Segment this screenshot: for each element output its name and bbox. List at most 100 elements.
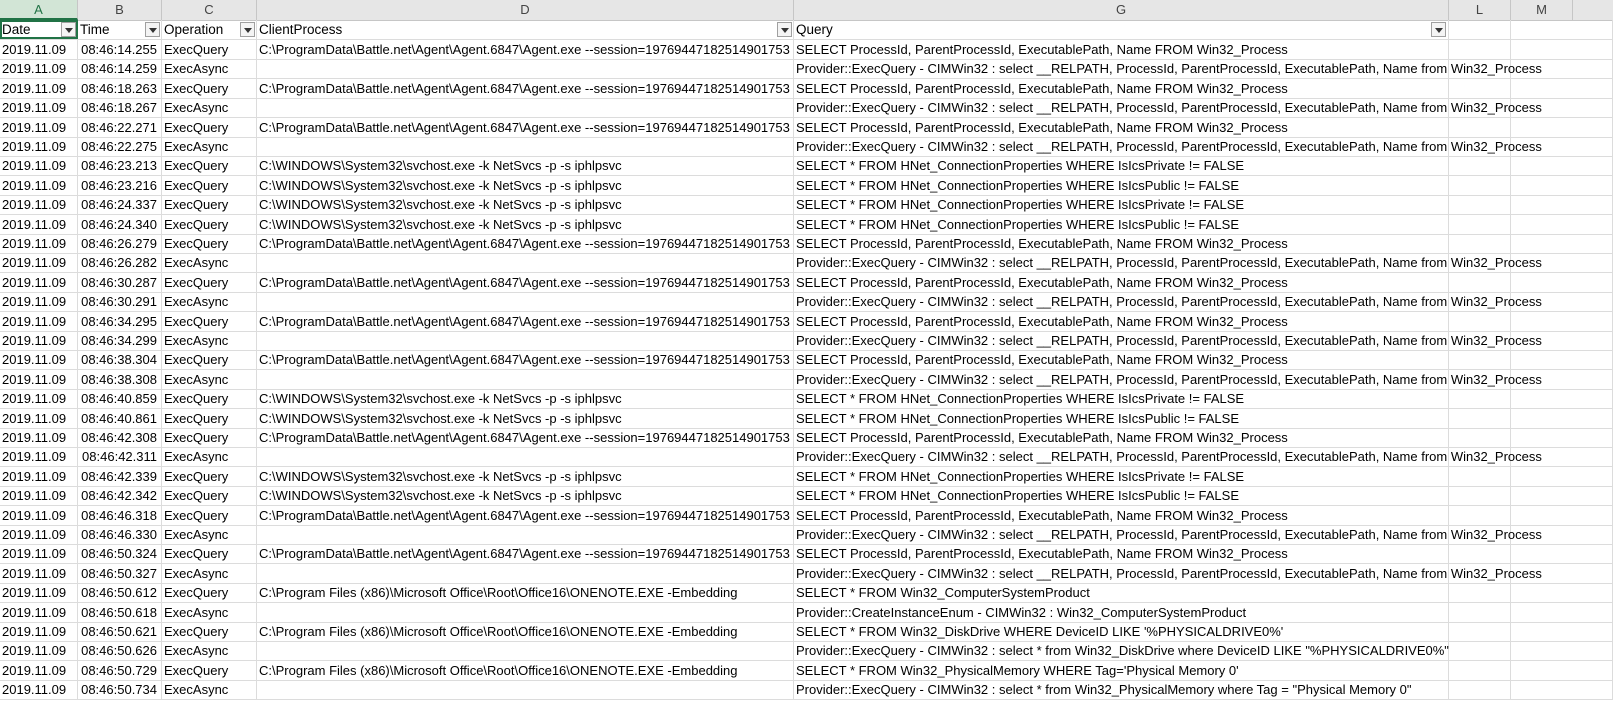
header-cell-clientprocess[interactable]: ClientProcess: [257, 20, 794, 39]
empty-cell[interactable]: [1511, 486, 1613, 506]
cell-client[interactable]: C:\ProgramData\Battle.net\Agent\Agent.68…: [257, 428, 794, 447]
cell-client[interactable]: [257, 59, 794, 79]
cell-operation[interactable]: ExecQuery: [162, 466, 257, 486]
cell-operation[interactable]: ExecQuery: [162, 272, 257, 292]
empty-cell[interactable]: [1449, 350, 1511, 370]
cell-query[interactable]: SELECT * FROM HNet_ConnectionProperties …: [794, 156, 1449, 176]
cell-operation[interactable]: ExecQuery: [162, 389, 257, 409]
cell-date[interactable]: 2019.11.09: [0, 447, 78, 467]
cell-query[interactable]: Provider::ExecQuery - CIMWin32 : select …: [794, 563, 1542, 583]
cell-date[interactable]: 2019.11.09: [0, 408, 78, 428]
cell-client[interactable]: C:\ProgramData\Battle.net\Agent\Agent.68…: [257, 544, 794, 564]
cell-operation[interactable]: ExecAsync: [162, 369, 257, 389]
empty-cell[interactable]: [1449, 214, 1511, 234]
filter-dropdown-icon[interactable]: [1431, 22, 1446, 37]
empty-cell[interactable]: [1511, 20, 1613, 39]
cell-query[interactable]: SELECT * FROM Win32_ComputerSystemProduc…: [794, 583, 1449, 603]
column-header-d[interactable]: D: [257, 0, 794, 20]
cell-query[interactable]: SELECT ProcessId, ParentProcessId, Execu…: [794, 40, 1449, 59]
empty-cell[interactable]: [1511, 214, 1613, 234]
empty-cell[interactable]: [1511, 602, 1613, 622]
cell-date[interactable]: 2019.11.09: [0, 660, 78, 680]
cell-query[interactable]: SELECT * FROM Win32_DiskDrive WHERE Devi…: [794, 622, 1449, 641]
cell-client[interactable]: [257, 641, 794, 661]
cell-date[interactable]: 2019.11.09: [0, 389, 78, 409]
cell-query[interactable]: SELECT * FROM Win32_PhysicalMemory WHERE…: [794, 660, 1449, 680]
cell-client[interactable]: [257, 292, 794, 312]
cell-operation[interactable]: ExecAsync: [162, 59, 257, 79]
empty-cell[interactable]: [1511, 389, 1613, 409]
column-header-b[interactable]: B: [78, 0, 162, 20]
cell-time[interactable]: 08:46:46.330: [78, 525, 162, 544]
empty-cell[interactable]: [1511, 428, 1613, 447]
cell-operation[interactable]: ExecQuery: [162, 78, 257, 98]
cell-operation[interactable]: ExecAsync: [162, 331, 257, 350]
cell-date[interactable]: 2019.11.09: [0, 311, 78, 331]
cell-operation[interactable]: ExecAsync: [162, 525, 257, 544]
empty-cell[interactable]: [1449, 602, 1511, 622]
cell-client[interactable]: C:\WINDOWS\System32\svchost.exe -k NetSv…: [257, 175, 794, 195]
cell-operation[interactable]: ExecQuery: [162, 117, 257, 137]
empty-cell[interactable]: [1511, 117, 1613, 137]
cell-date[interactable]: 2019.11.09: [0, 544, 78, 564]
header-cell-query[interactable]: Query: [794, 20, 1449, 39]
empty-cell[interactable]: [1511, 234, 1613, 253]
filter-dropdown-icon[interactable]: [240, 22, 255, 37]
cell-operation[interactable]: ExecQuery: [162, 583, 257, 603]
cell-date[interactable]: 2019.11.09: [0, 214, 78, 234]
cell-date[interactable]: 2019.11.09: [0, 583, 78, 603]
cell-client[interactable]: C:\Program Files (x86)\Microsoft Office\…: [257, 660, 794, 680]
cell-query[interactable]: Provider::ExecQuery - CIMWin32 : select …: [794, 292, 1542, 312]
cell-date[interactable]: 2019.11.09: [0, 331, 78, 350]
cell-time[interactable]: 08:46:42.308: [78, 428, 162, 447]
cell-client[interactable]: C:\WINDOWS\System32\svchost.exe -k NetSv…: [257, 156, 794, 176]
cell-operation[interactable]: ExecQuery: [162, 544, 257, 564]
cell-query[interactable]: Provider::ExecQuery - CIMWin32 : select …: [794, 253, 1542, 273]
cell-time[interactable]: 08:46:18.267: [78, 98, 162, 118]
empty-cell[interactable]: [1449, 583, 1511, 603]
cell-date[interactable]: 2019.11.09: [0, 292, 78, 312]
cell-query[interactable]: SELECT ProcessId, ParentProcessId, Execu…: [794, 544, 1449, 564]
filter-dropdown-icon[interactable]: [777, 22, 792, 37]
cell-date[interactable]: 2019.11.09: [0, 78, 78, 98]
cell-time[interactable]: 08:46:30.287: [78, 272, 162, 292]
cell-time[interactable]: 08:46:40.859: [78, 389, 162, 409]
column-header-g[interactable]: G: [794, 0, 1449, 20]
cell-client[interactable]: C:\ProgramData\Battle.net\Agent\Agent.68…: [257, 311, 794, 331]
cell-client[interactable]: [257, 369, 794, 389]
cell-operation[interactable]: ExecQuery: [162, 40, 257, 59]
empty-cell[interactable]: [1449, 311, 1511, 331]
cell-operation[interactable]: ExecAsync: [162, 292, 257, 312]
cell-client[interactable]: C:\ProgramData\Battle.net\Agent\Agent.68…: [257, 505, 794, 525]
cell-date[interactable]: 2019.11.09: [0, 505, 78, 525]
cell-time[interactable]: 08:46:50.327: [78, 563, 162, 583]
empty-cell[interactable]: [1449, 408, 1511, 428]
cell-operation[interactable]: ExecQuery: [162, 311, 257, 331]
empty-cell[interactable]: [1449, 175, 1511, 195]
cell-date[interactable]: 2019.11.09: [0, 40, 78, 59]
cell-operation[interactable]: ExecQuery: [162, 195, 257, 215]
cell-time[interactable]: 08:46:34.295: [78, 311, 162, 331]
cell-time[interactable]: 08:46:14.259: [78, 59, 162, 79]
cell-date[interactable]: 2019.11.09: [0, 175, 78, 195]
cell-time[interactable]: 08:46:18.263: [78, 78, 162, 98]
cell-client[interactable]: [257, 331, 794, 350]
cell-operation[interactable]: ExecAsync: [162, 447, 257, 467]
empty-cell[interactable]: [1511, 544, 1613, 564]
cell-query[interactable]: Provider::ExecQuery - CIMWin32 : select …: [794, 525, 1542, 544]
cell-operation[interactable]: ExecQuery: [162, 428, 257, 447]
cell-query[interactable]: SELECT ProcessId, ParentProcessId, Execu…: [794, 428, 1449, 447]
cell-date[interactable]: 2019.11.09: [0, 486, 78, 506]
cell-client[interactable]: C:\Program Files (x86)\Microsoft Office\…: [257, 583, 794, 603]
cell-operation[interactable]: ExecAsync: [162, 680, 257, 700]
empty-cell[interactable]: [1511, 622, 1613, 641]
cell-time[interactable]: 08:46:23.216: [78, 175, 162, 195]
cell-operation[interactable]: ExecAsync: [162, 137, 257, 156]
cell-query[interactable]: SELECT * FROM HNet_ConnectionProperties …: [794, 466, 1449, 486]
empty-cell[interactable]: [1511, 660, 1613, 680]
cell-operation[interactable]: ExecQuery: [162, 408, 257, 428]
cell-date[interactable]: 2019.11.09: [0, 195, 78, 215]
cell-query[interactable]: SELECT * FROM HNet_ConnectionProperties …: [794, 175, 1449, 195]
column-header-a[interactable]: A: [0, 0, 78, 20]
empty-cell[interactable]: [1449, 20, 1511, 39]
